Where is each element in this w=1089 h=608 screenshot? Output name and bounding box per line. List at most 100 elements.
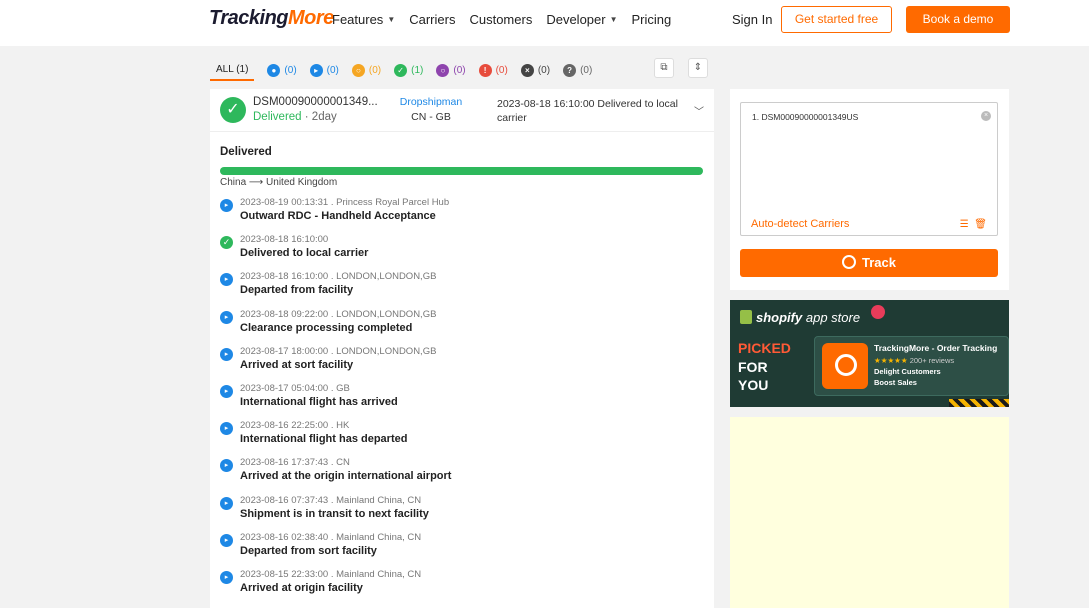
nav-links: Features ▼ Carriers Customers Developer ▼ … bbox=[332, 12, 671, 27]
tracking-input-value: 1. DSM00090000001349US bbox=[752, 112, 859, 122]
arrow-right-icon: ⟶ bbox=[248, 177, 267, 188]
progress-bar bbox=[220, 167, 703, 175]
shopify-brand: shopify bbox=[756, 310, 803, 325]
tracking-number: DSM00090000001349... bbox=[253, 96, 378, 108]
last-event: 2023-08-18 16:10:00 Delivered to local c… bbox=[497, 98, 678, 124]
timeline-event: ▸ 2023-08-18 16:10:00 . LONDON,LONDON,GB D… bbox=[220, 271, 700, 308]
event-desc: Clearance processing completed bbox=[240, 321, 413, 334]
filter-tab-exception[interactable]: ! (0) bbox=[478, 63, 508, 77]
transit-icon: ▸ bbox=[220, 496, 233, 510]
event-desc: International flight has departed bbox=[240, 433, 408, 446]
trackingmore-app-icon bbox=[822, 343, 868, 389]
event-meta: 2023-08-19 00:13:31 . Princess Royal Par… bbox=[240, 197, 450, 208]
event-meta: 2023-08-16 02:38:40 . Mainland China, CN bbox=[240, 531, 422, 543]
event-desc: Arrived at sort facility bbox=[240, 358, 354, 371]
status-text: Delivered bbox=[253, 111, 302, 123]
timeline-event: ▸ 2023-08-16 02:38:40 . Mainland China, C… bbox=[220, 532, 700, 569]
nav-customers[interactable]: Customers bbox=[469, 12, 532, 27]
delivered-check-icon: ✓ bbox=[220, 97, 246, 123]
decorative-berry-icon bbox=[871, 305, 885, 319]
chevron-down-icon: ▼ bbox=[387, 15, 396, 24]
check-icon: ✓ bbox=[220, 236, 233, 250]
filter-tab-transit[interactable]: ▸ (0) bbox=[309, 63, 339, 77]
search-icon bbox=[842, 255, 856, 269]
book-demo-button[interactable]: Book a demo bbox=[906, 6, 1010, 33]
expand-collapse-icon[interactable]: ⇕ bbox=[688, 58, 708, 78]
filter-tab-pickup[interactable]: ○ (0) bbox=[351, 63, 381, 77]
event-meta: 2023-08-17 05:04:00 . GB bbox=[240, 382, 350, 394]
top-navbar: TrackingMore Features ▼ Carriers Customer… bbox=[0, 0, 1089, 46]
ad-reviews: 200+ reviews bbox=[909, 356, 955, 365]
filter-count: (0) bbox=[453, 64, 466, 76]
exception-icon: ! bbox=[478, 63, 492, 77]
shopify-app-store-ad[interactable]: shopify app store PICKED FOR YOU Tracking… bbox=[730, 300, 1009, 407]
logo-part-tracking: Tracking bbox=[209, 7, 289, 29]
track-panel: 1. DSM00090000001349US × Auto-detect Car… bbox=[730, 89, 1009, 290]
clear-icon[interactable]: × bbox=[981, 111, 991, 121]
filter-count: (1) bbox=[411, 64, 424, 76]
event-desc: Delivered to local carrier bbox=[240, 247, 369, 260]
delivered-icon: ✓ bbox=[394, 63, 408, 77]
app-store-label: app store bbox=[805, 310, 861, 325]
transit-icon: ▸ bbox=[220, 199, 233, 212]
expired-icon: × bbox=[520, 63, 534, 77]
auto-detect-carriers[interactable]: Auto-detect Carriers bbox=[751, 218, 849, 230]
pending-icon: ● bbox=[267, 63, 281, 77]
transit-icon: ▸ bbox=[220, 310, 233, 324]
shipment-card: ✓ DSM00090000001349... Delivered · 2day … bbox=[210, 89, 714, 608]
timeline-event: ▸ 2023-08-17 18:00:00 . LONDON,LONDON,GB A… bbox=[220, 346, 700, 383]
event-desc: Outward RDC - Handheld Acceptance bbox=[240, 210, 436, 222]
ad-rating: ★★★★★ 200+ reviews bbox=[874, 356, 954, 365]
track-button[interactable]: Track bbox=[740, 249, 998, 277]
get-started-button[interactable]: Get started free bbox=[781, 6, 892, 33]
event-meta: 2023-08-16 22:25:00 . HK bbox=[240, 420, 350, 432]
transit-icon: ▸ bbox=[220, 347, 233, 361]
pickup-icon: ○ bbox=[351, 63, 365, 77]
nav-features[interactable]: Features ▼ bbox=[332, 12, 395, 27]
nav-pricing-label: Pricing bbox=[631, 12, 672, 27]
event-desc: Departed from facility bbox=[240, 284, 354, 297]
chevron-down-icon[interactable]: ﹀ bbox=[694, 103, 704, 118]
decorative-stripes bbox=[949, 399, 1009, 407]
trash-icon[interactable]: 🗑 bbox=[974, 219, 987, 230]
nav-customers-label: Customers bbox=[469, 12, 533, 27]
filter-tab-all[interactable]: ALL (1) bbox=[210, 60, 255, 81]
trackingmore-logo[interactable]: TrackingMore bbox=[209, 7, 334, 30]
route-line: China ⟶ United Kingdom bbox=[220, 177, 337, 188]
filter-tab-delivered[interactable]: ✓ (1) bbox=[394, 63, 424, 77]
star-icons: ★★★★★ bbox=[874, 356, 908, 365]
event-desc: Arrived at the origin international airp… bbox=[240, 470, 452, 483]
nav-developer[interactable]: Developer ▼ bbox=[546, 12, 617, 27]
transit-icon: ▸ bbox=[309, 63, 323, 77]
timeline-event: ✓ 2023-08-18 16:10:00 Delivered to local c… bbox=[220, 234, 700, 271]
tracking-number-textarea[interactable]: 1. DSM00090000001349US × Auto-detect Car… bbox=[740, 102, 998, 236]
shipment-status: Delivered · 2day bbox=[253, 111, 337, 123]
event-desc: Shipment is in transit to next facility bbox=[240, 507, 429, 520]
transit-icon: ▸ bbox=[220, 273, 233, 287]
filter-count: (0) bbox=[580, 64, 593, 76]
carrier-link[interactable]: Dropshipman bbox=[399, 96, 463, 108]
event-meta: 2023-08-17 18:00:00 . LONDON,LONDON,GB bbox=[240, 345, 437, 357]
tools: ☰ 🗑 bbox=[960, 219, 987, 230]
ad-placeholder bbox=[730, 417, 1009, 608]
filter-count: (0) bbox=[326, 64, 339, 76]
copy-icon[interactable]: ⧉ bbox=[654, 58, 674, 78]
shopify-app-store-logo: shopify app store bbox=[740, 310, 860, 325]
filter-icon[interactable]: ☰ bbox=[960, 219, 969, 230]
filter-tab-pending[interactable]: ● (0) bbox=[267, 63, 297, 77]
shipment-header[interactable]: ✓ DSM00090000001349... Delivered · 2day … bbox=[210, 89, 714, 132]
ad-line-1: Delight Customers bbox=[874, 367, 941, 376]
filter-tab-notfound[interactable]: ? (0) bbox=[563, 63, 593, 77]
filter-tab-undelivered[interactable]: ○ (0) bbox=[436, 63, 466, 77]
transit-icon: ▸ bbox=[220, 533, 233, 547]
timeline-event: ▸ 2023-08-16 17:37:43 . CN Arrived at the … bbox=[220, 457, 700, 494]
event-meta: 2023-08-18 16:10:00 bbox=[240, 234, 329, 246]
sign-in-link[interactable]: Sign In bbox=[732, 12, 772, 27]
filter-tab-expired[interactable]: × (0) bbox=[520, 63, 550, 77]
timeline-event: ▸ 2023-08-18 09:22:00 . LONDON,LONDON,GB C… bbox=[220, 309, 700, 346]
event-desc: International flight has arrived bbox=[240, 395, 398, 408]
nav-pricing[interactable]: Pricing bbox=[632, 12, 672, 27]
logo-part-more: More bbox=[288, 7, 334, 29]
chevron-down-icon: ▼ bbox=[609, 15, 618, 24]
nav-carriers[interactable]: Carriers bbox=[409, 12, 455, 27]
